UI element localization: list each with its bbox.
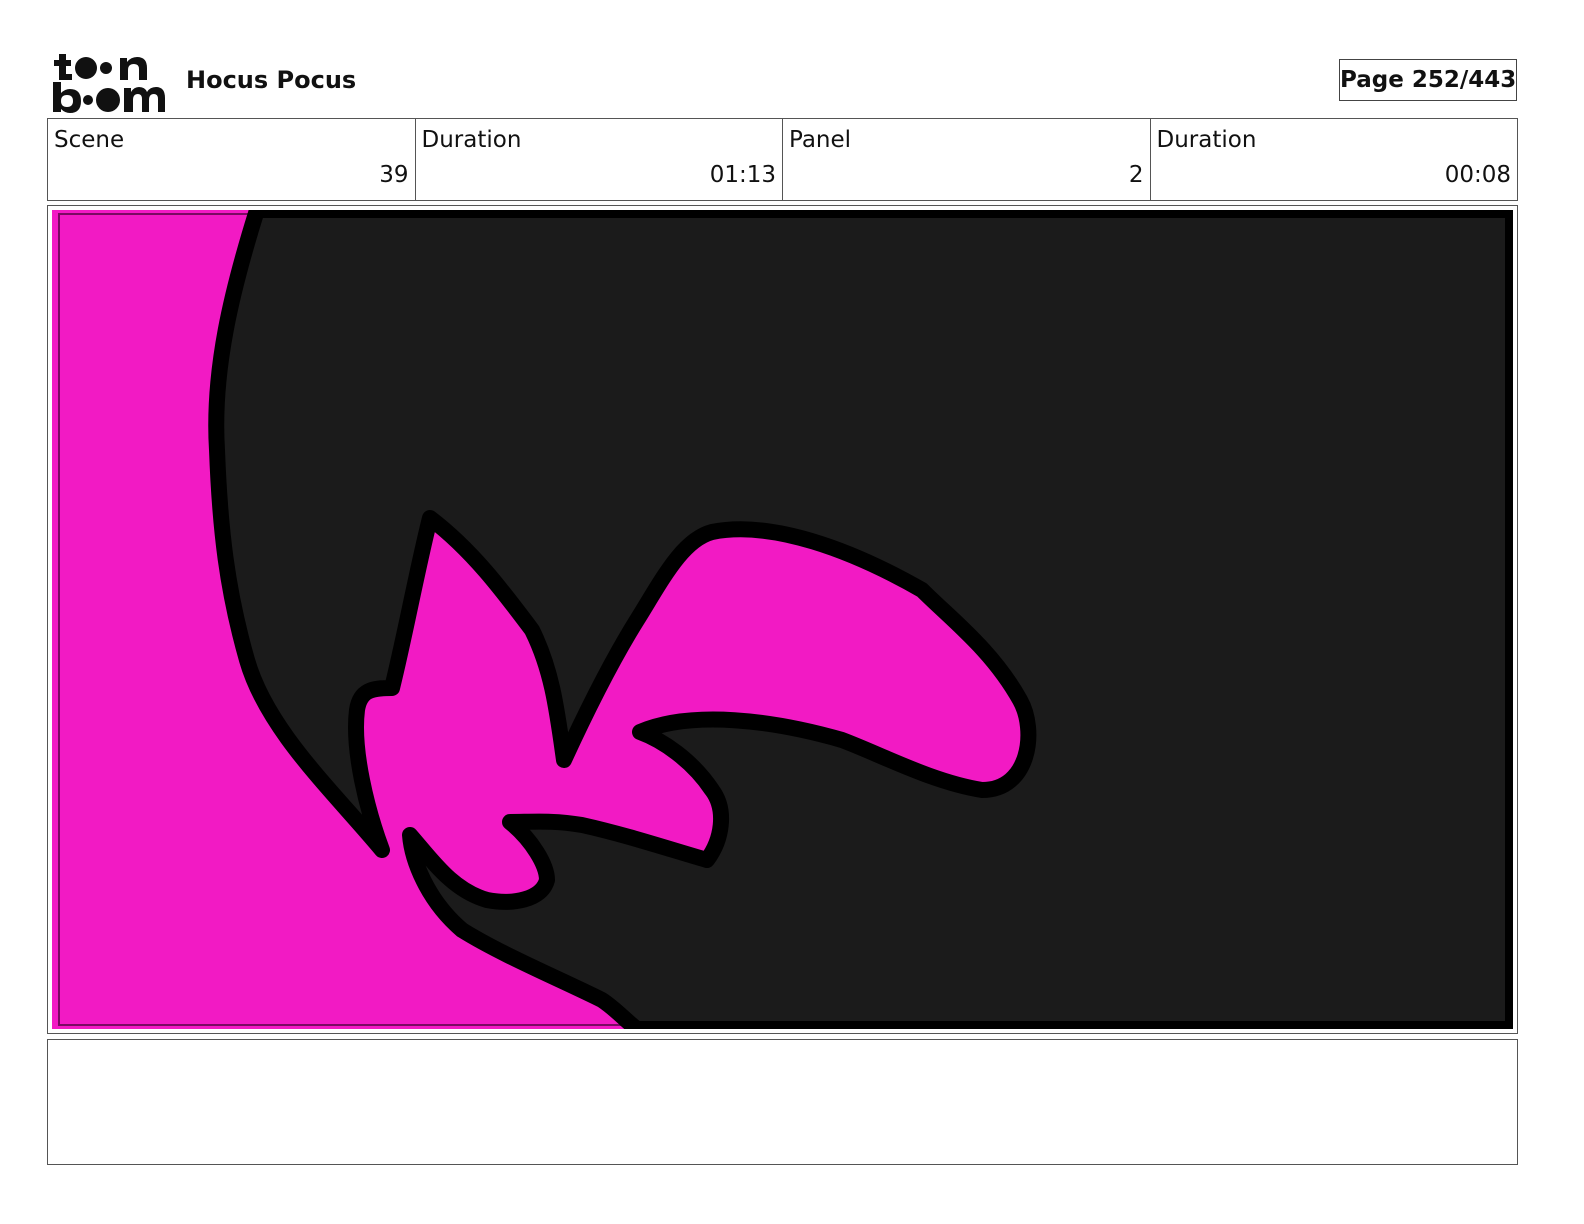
scene-duration-label: Duration xyxy=(421,127,522,153)
storyboard-panel-drawing xyxy=(52,210,1513,1029)
panel-label: Panel xyxy=(789,127,852,153)
scene-label: Scene xyxy=(54,127,125,153)
panel-duration-label: Duration xyxy=(1156,127,1257,153)
scene-duration-value: 01:13 xyxy=(709,162,776,188)
toon-boom-logo xyxy=(53,54,165,113)
page-counter: Page 252/443 xyxy=(1339,59,1517,101)
panel-cell: Panel 2 xyxy=(783,119,1151,200)
scene-value: 39 xyxy=(379,162,409,188)
storyboard-panel-frame xyxy=(47,205,1518,1034)
scene-info-table: Scene 39 Duration 01:13 Panel 2 Duration… xyxy=(47,118,1518,201)
panel-duration-value: 00:08 xyxy=(1444,162,1511,188)
scene-duration-cell: Duration 01:13 xyxy=(416,119,783,200)
document-title: Hocus Pocus xyxy=(186,66,357,94)
panel-value: 2 xyxy=(1128,162,1144,188)
scene-cell: Scene 39 xyxy=(48,119,416,200)
panel-notes-box xyxy=(47,1039,1518,1165)
panel-duration-cell: Duration 00:08 xyxy=(1151,119,1518,200)
